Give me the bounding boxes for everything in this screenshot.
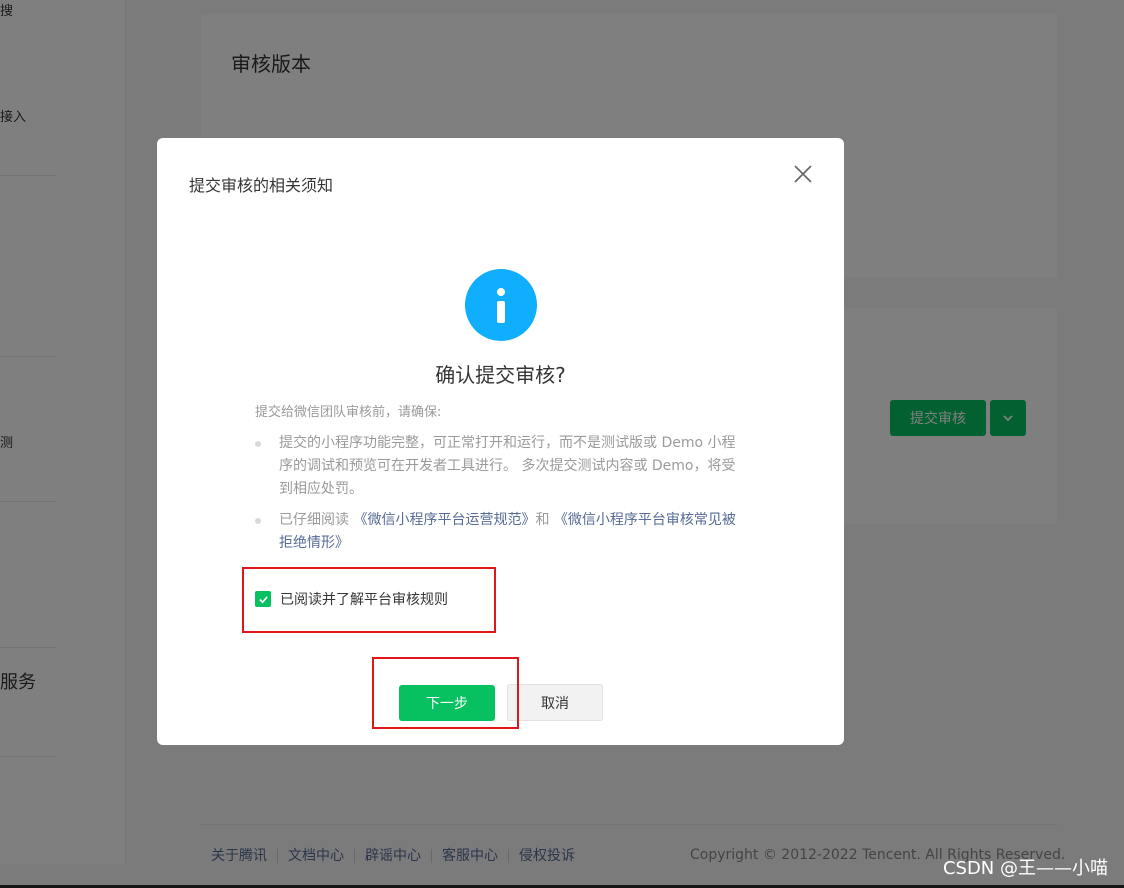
dialog-title: 提交审核的相关须知 (189, 176, 334, 195)
dialog-intro: 提交给微信团队审核前，请确保: (255, 405, 442, 420)
dialog-headline: 确认提交审核? (435, 363, 566, 387)
info-icon (465, 269, 537, 341)
close-icon (794, 165, 812, 183)
rule-item: 已仔细阅读 《微信小程序平台运营规范》和 《微信小程序平台审核常见被拒绝情形》 (255, 509, 745, 555)
rules-list: 提交的小程序功能完整，可正常打开和运行，而不是测试版或 Demo 小程序的调试和… (255, 432, 745, 563)
rule-text: 提交的小程序功能完整，可正常打开和运行，而不是测试版或 Demo 小程序的调试和… (279, 435, 736, 497)
rule-connector: 和 (535, 512, 554, 528)
rule-item: 提交的小程序功能完整，可正常打开和运行，而不是测试版或 Demo 小程序的调试和… (255, 432, 745, 501)
submit-review-dialog: 提交审核的相关须知 确认提交审核? 提交给微信团队审核前，请确保: 提交的小程序… (157, 138, 844, 745)
bullet-icon (255, 518, 261, 524)
close-button[interactable] (791, 162, 815, 186)
highlight-box-next-button (372, 657, 519, 729)
bullet-icon (255, 441, 261, 447)
rule-prefix: 已仔细阅读 (279, 512, 354, 528)
highlight-box-checkbox (242, 567, 496, 633)
cancel-button[interactable]: 取消 (507, 684, 603, 721)
watermark: CSDN @王——小喵 (942, 858, 1108, 879)
operation-rules-link[interactable]: 《微信小程序平台运营规范》 (353, 512, 535, 528)
